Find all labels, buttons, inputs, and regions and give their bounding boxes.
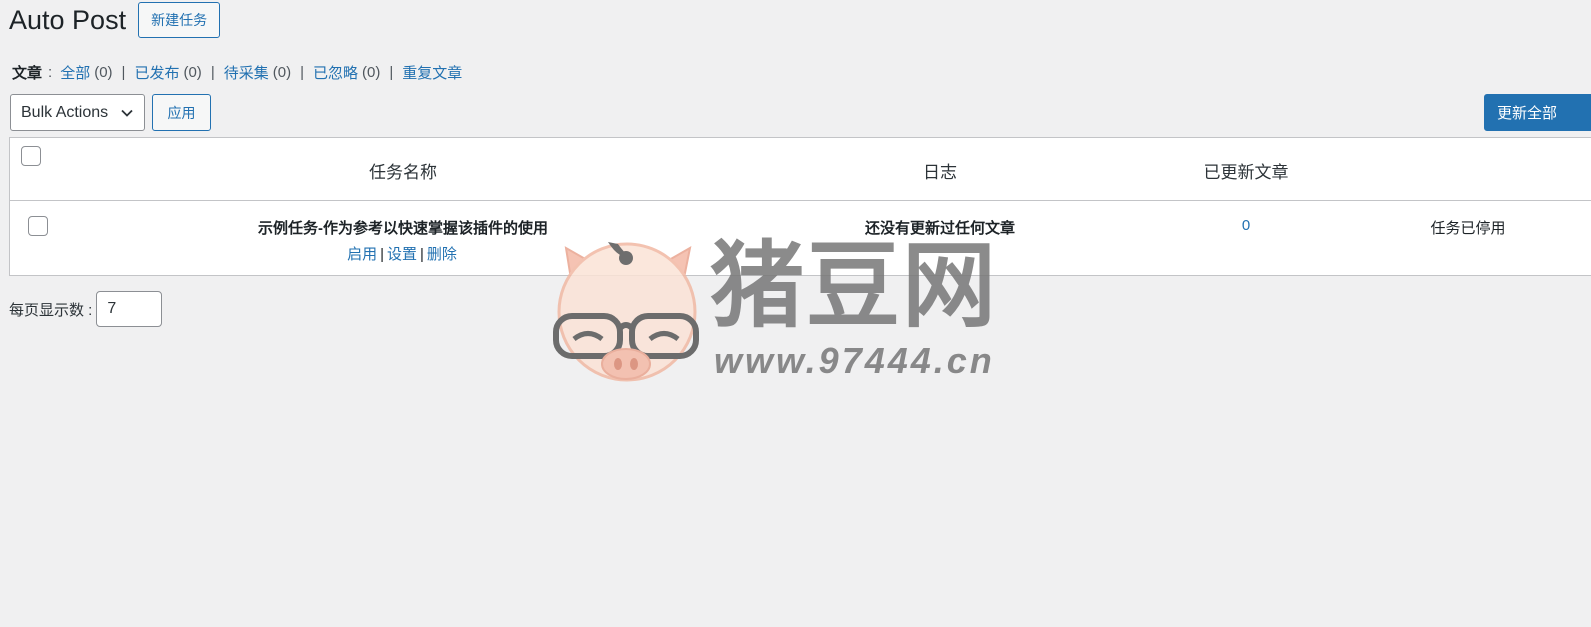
filter-duplicate-link[interactable]: 重复文章 — [402, 62, 462, 83]
filter-all-link[interactable]: 全部 — [60, 62, 90, 83]
updated-posts-count-link[interactable]: 0 — [1242, 217, 1250, 234]
enable-task-link[interactable]: 启用 — [347, 246, 377, 263]
select-all-checkbox[interactable] — [21, 146, 41, 166]
separator: | — [420, 246, 424, 263]
row-actions: 启用 | 设置 | 删除 — [347, 243, 457, 264]
apply-button[interactable]: 应用 — [152, 94, 211, 131]
separator: | — [210, 64, 215, 81]
filter-published-count: (0) — [183, 64, 202, 81]
row-checkbox[interactable] — [28, 216, 48, 236]
column-header-updated-posts[interactable]: 已更新文章 — [1204, 158, 1289, 183]
separator: | — [380, 246, 384, 263]
title-row: Auto Post 新建任务 — [9, 2, 221, 38]
separator: | — [300, 64, 304, 81]
task-settings-link[interactable]: 设置 — [387, 246, 417, 263]
bulk-actions-value: Bulk Actions — [21, 103, 109, 121]
table-header: 任务名称 日志 已更新文章 — [10, 138, 1591, 201]
tasks-table: 任务名称 日志 已更新文章 示例任务-作为参考以快速掌握该插件的使用 启用 | 设置… — [9, 137, 1591, 276]
watermark-url: www.97444.cn — [714, 340, 995, 381]
filter-ignored-count: (0) — [362, 64, 381, 81]
per-page-label: 每页显示数 : — [9, 301, 93, 319]
filter-published-link[interactable]: 已发布 — [134, 62, 179, 83]
separator: | — [389, 64, 394, 81]
chevron-down-icon — [121, 109, 133, 117]
column-header-task-name[interactable]: 任务名称 — [369, 158, 437, 183]
per-page-control: 每页显示数 : — [9, 291, 163, 327]
per-page-input[interactable] — [96, 291, 163, 327]
page-title: Auto Post — [9, 5, 127, 35]
column-header-log[interactable]: 日志 — [923, 158, 957, 183]
filter-pending-count: (0) — [272, 64, 292, 81]
task-status: 任务已停用 — [1430, 220, 1506, 237]
filter-all-count: (0) — [94, 64, 113, 81]
filter-ignored-link[interactable]: 已忽略 — [313, 62, 358, 83]
bulk-actions-select[interactable]: Bulk Actions — [10, 94, 145, 131]
task-log: 还没有更新过任何文章 — [864, 220, 1016, 237]
post-filter-links: 文章 : 全部 (0) | 已发布 (0) | 待采集 (0) | 已忽略 (0… — [12, 62, 462, 83]
task-name: 示例任务-作为参考以快速掌握该插件的使用 — [258, 220, 548, 237]
filter-pending-link[interactable]: 待采集 — [224, 62, 269, 83]
separator: | — [121, 64, 126, 81]
filter-label: 文章 — [12, 65, 43, 82]
new-task-button[interactable]: 新建任务 — [138, 2, 221, 38]
filter-colon: : — [48, 64, 53, 81]
delete-task-link[interactable]: 删除 — [427, 246, 457, 263]
update-all-button[interactable]: 更新全部 — [1484, 94, 1591, 131]
